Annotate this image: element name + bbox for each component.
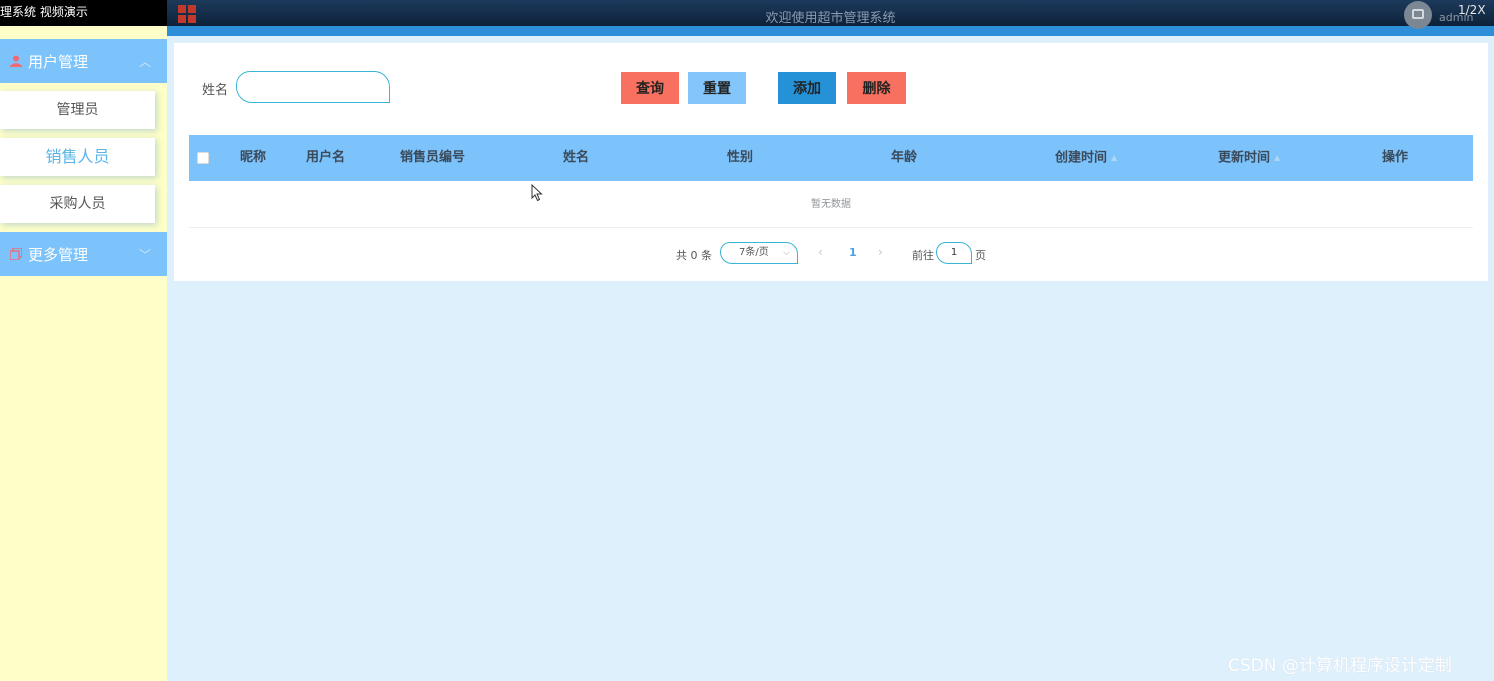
- sidebar-group-label: 用户管理: [28, 52, 89, 71]
- image-icon: [1412, 9, 1424, 19]
- copy-icon: [10, 248, 22, 260]
- watermark: CSDN @计算机程序设计定制: [1228, 656, 1452, 676]
- sidebar-group-label: 更多管理: [28, 245, 89, 264]
- column-header-age: 年龄: [891, 150, 918, 165]
- page-unit-label: 页: [975, 249, 986, 262]
- pagination-total: 共 0 条: [676, 249, 712, 262]
- name-search-label: 姓名: [202, 83, 229, 98]
- user-icon: [10, 55, 22, 67]
- page-size-select[interactable]: 7条/页 ⌵: [720, 242, 798, 264]
- reset-button[interactable]: 重置: [688, 72, 746, 104]
- table-empty-row: 暂无数据: [189, 181, 1473, 228]
- query-button[interactable]: 查询: [621, 72, 679, 104]
- column-header-created-time[interactable]: 创建时间 ▲: [1055, 135, 1117, 181]
- column-header-actions: 操作: [1382, 150, 1409, 165]
- table-header: 昵称 用户名 销售员编号 姓名 性别 年龄 创建时间 ▲ 更新时间 ▲ 操作: [189, 135, 1473, 181]
- column-header-name: 姓名: [563, 150, 590, 165]
- sidebar-group-user-management[interactable]: 用户管理 ︿: [0, 39, 167, 83]
- name-search-input[interactable]: [236, 71, 390, 103]
- chevron-down-icon: ﹀: [138, 248, 151, 262]
- column-header-sales-id: 销售员编号: [400, 150, 466, 165]
- goto-label: 前往: [912, 249, 934, 262]
- sidebar-item-purchasing-staff[interactable]: 采购人员: [0, 185, 155, 223]
- goto-page-input[interactable]: 1: [936, 242, 972, 264]
- mouse-cursor-icon: [531, 184, 543, 202]
- delete-button[interactable]: 删除: [847, 72, 906, 104]
- sidebar-item-sales-staff[interactable]: 销售人员: [0, 138, 155, 176]
- column-header-updated-time[interactable]: 更新时间 ▲: [1218, 135, 1280, 181]
- add-button[interactable]: 添加: [778, 72, 836, 104]
- column-header-label: 创建时间: [1055, 150, 1108, 166]
- page-ratio: 1/2X: [1458, 3, 1486, 17]
- column-header-gender: 性别: [727, 150, 754, 165]
- avatar[interactable]: [1404, 1, 1432, 29]
- chevron-down-icon: ⌵: [783, 248, 790, 258]
- sort-icon[interactable]: ▲: [1111, 153, 1117, 162]
- header-accent-bar: [167, 26, 1494, 36]
- next-page-icon[interactable]: ›: [878, 245, 883, 259]
- sort-icon[interactable]: ▲: [1274, 153, 1280, 162]
- column-header-username: 用户名: [306, 150, 346, 165]
- column-header-label: 更新时间: [1218, 150, 1271, 166]
- sidebar-item-admin[interactable]: 管理员: [0, 91, 155, 129]
- select-all-checkbox[interactable]: [197, 152, 209, 164]
- header-title: 欢迎使用超市管理系统: [765, 11, 896, 26]
- column-header-nickname: 昵称: [240, 150, 267, 165]
- page-number-current[interactable]: 1: [849, 246, 857, 259]
- sidebar-group-more-management[interactable]: 更多管理 ﹀: [0, 232, 167, 276]
- page-size-value: 7条/页: [739, 247, 769, 258]
- prev-page-icon[interactable]: ‹: [818, 245, 823, 259]
- chevron-up-icon: ︿: [138, 55, 151, 69]
